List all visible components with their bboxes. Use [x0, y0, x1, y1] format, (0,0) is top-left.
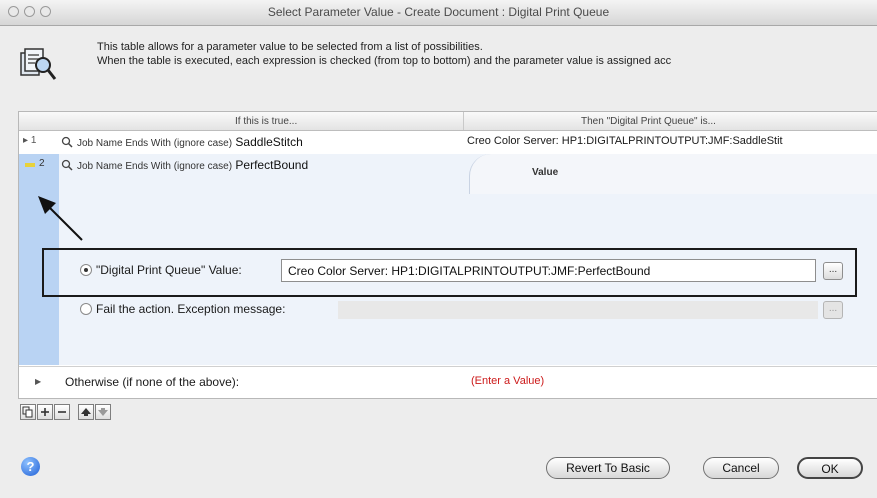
value-browse-button[interactable]: ...: [823, 262, 843, 280]
title-bar: Select Parameter Value - Create Document…: [0, 0, 877, 26]
table-header: If this is true... Then "Digital Print Q…: [19, 112, 877, 131]
add-row-button[interactable]: [37, 404, 53, 420]
help-button[interactable]: ?: [21, 457, 40, 476]
duplicate-icon: [22, 406, 33, 418]
column-header-condition[interactable]: If this is true...: [235, 116, 297, 127]
add-icon: [41, 408, 49, 416]
value-option[interactable]: "Digital Print Queue" Value:: [80, 263, 242, 277]
magnifier-icon: [61, 136, 73, 148]
duplicate-row-button[interactable]: [20, 404, 36, 420]
exception-message-input[interactable]: [338, 301, 818, 319]
value-option-label: "Digital Print Queue" Value:: [96, 263, 242, 277]
fail-option-label: Fail the action. Exception message:: [96, 302, 286, 316]
magnifier-list-icon: [20, 48, 57, 80]
fail-option[interactable]: Fail the action. Exception message:: [80, 302, 285, 316]
move-down-icon: [98, 408, 108, 416]
description-line-2: When the table is executed, each express…: [97, 55, 672, 67]
remove-icon: [58, 411, 66, 413]
table-row-2[interactable]: 2 Job Name Ends With (ignore case) Perfe…: [19, 154, 877, 176]
row-1-disclosure[interactable]: ▸ 1: [23, 135, 36, 146]
row-1-number: 1: [30, 135, 37, 146]
move-down-button[interactable]: [95, 404, 111, 420]
otherwise-disclosure-icon[interactable]: ▶: [35, 377, 41, 386]
row-1-condition-value: SaddleStitch: [235, 135, 303, 149]
otherwise-row[interactable]: ▶ Otherwise (if none of the above): (Ent…: [19, 366, 877, 398]
table-row-1[interactable]: ▸ 1 Job Name Ends With (ignore case) Sad…: [19, 131, 877, 153]
description-line-1: This table allows for a parameter value …: [97, 41, 483, 53]
magnifier-icon: [61, 159, 73, 171]
row-2-condition[interactable]: Job Name Ends With (ignore case) Perfect…: [61, 158, 308, 172]
description: This table allows for a parameter value …: [97, 40, 877, 68]
row-1-result[interactable]: Creo Color Server: HP1:DIGITALPRINTOUTPU…: [467, 135, 783, 147]
column-divider[interactable]: [463, 112, 464, 130]
dialog-window: Select Parameter Value - Create Document…: [0, 0, 877, 498]
ok-button[interactable]: OK: [797, 457, 863, 479]
value-radio[interactable]: [80, 264, 92, 276]
exception-browse-button[interactable]: ...: [823, 301, 843, 319]
move-up-icon: [81, 408, 91, 416]
cancel-button[interactable]: Cancel: [703, 457, 779, 479]
otherwise-value[interactable]: (Enter a Value): [471, 375, 544, 387]
row-2-collapse-bar[interactable]: [25, 163, 35, 167]
annotation-arrow-icon: [38, 196, 83, 241]
fail-radio[interactable]: [80, 303, 92, 315]
revert-to-basic-button[interactable]: Revert To Basic: [546, 457, 670, 479]
row-1-condition[interactable]: Job Name Ends With (ignore case) SaddleS…: [61, 135, 303, 149]
row-2-number: 2: [39, 158, 45, 169]
column-header-result[interactable]: Then "Digital Print Queue" is...: [581, 116, 716, 127]
remove-row-button[interactable]: [54, 404, 70, 420]
row-2-condition-value: PerfectBound: [235, 158, 309, 172]
value-input[interactable]: [281, 259, 816, 282]
row-2-condition-label: Job Name Ends With (ignore case): [77, 161, 233, 172]
window-title: Select Parameter Value - Create Document…: [267, 5, 610, 19]
move-up-button[interactable]: [78, 404, 94, 420]
row-1-condition-label: Job Name Ends With (ignore case): [77, 138, 233, 149]
otherwise-label: Otherwise (if none of the above):: [65, 375, 240, 389]
